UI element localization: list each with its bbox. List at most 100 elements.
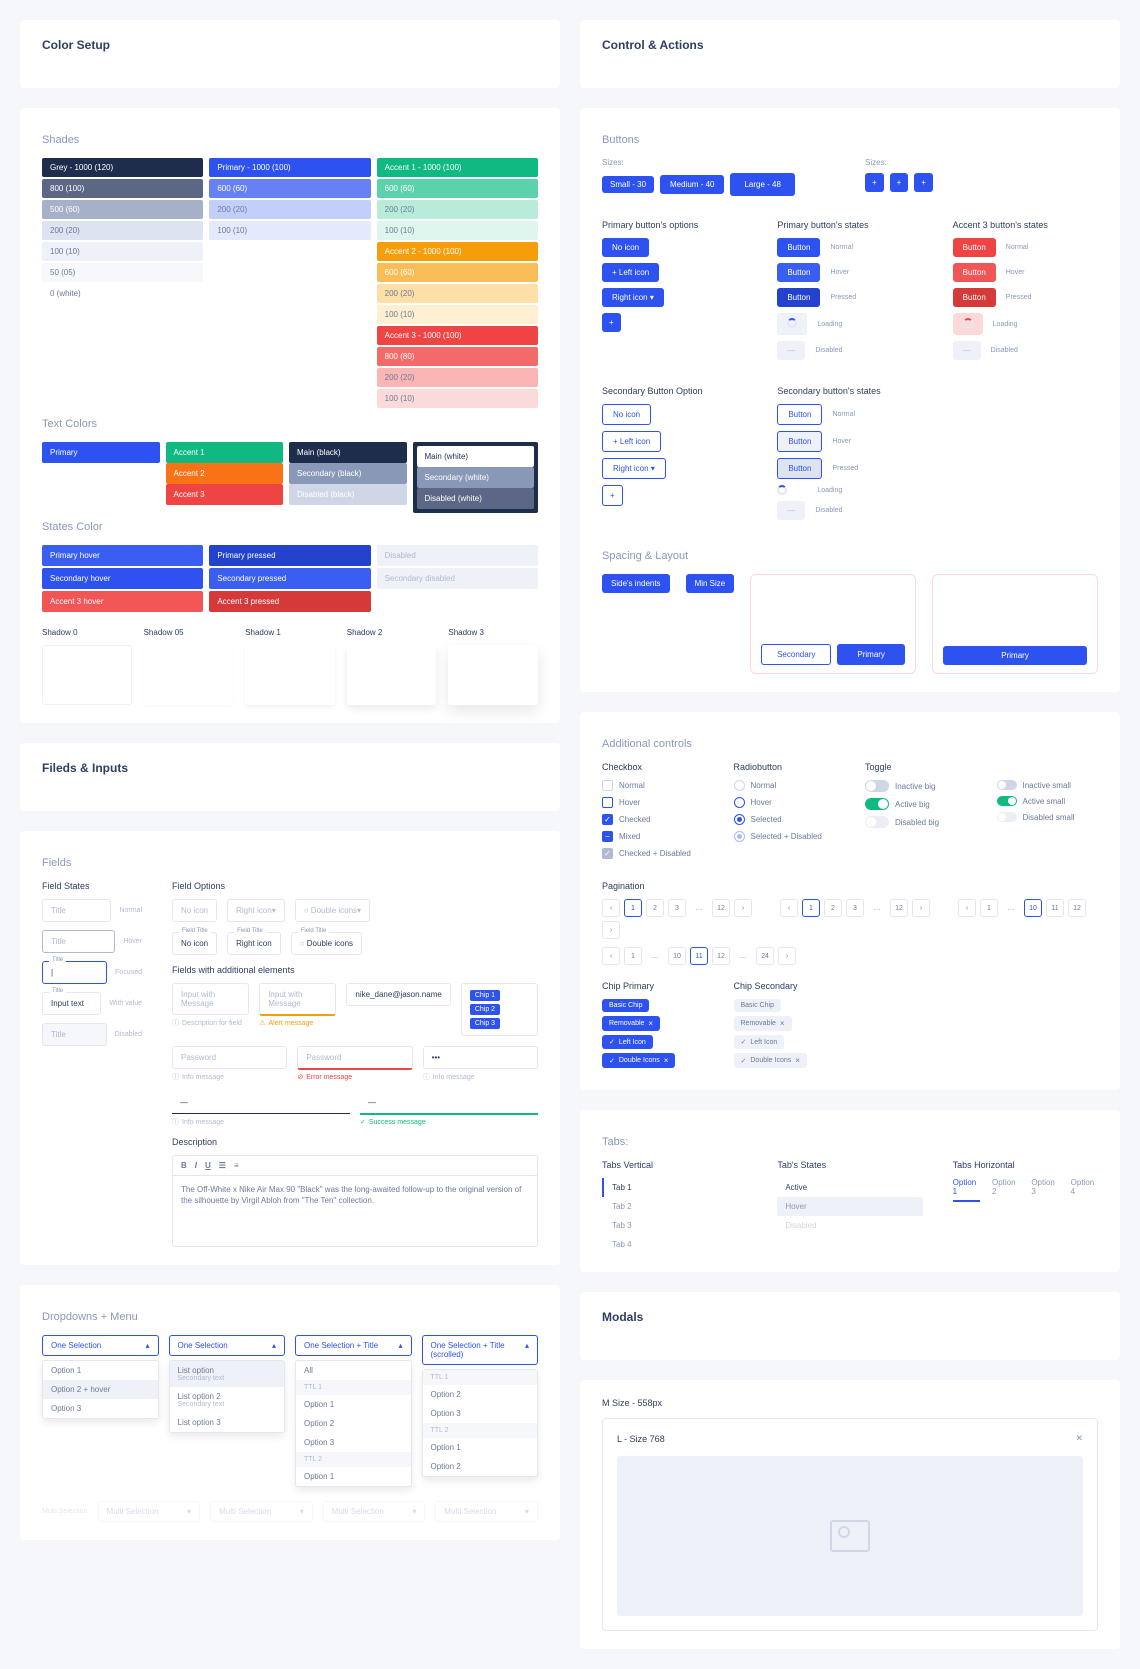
toggle-active-big[interactable]: Active big [865, 798, 967, 810]
field-chip[interactable]: Chip 3 [470, 1018, 500, 1029]
pag-prev[interactable]: ‹ [780, 899, 798, 917]
dd-item[interactable]: Option 1 [423, 1438, 538, 1457]
pag-page[interactable]: 24 [756, 947, 774, 965]
rte-list-ul-icon[interactable]: ☰ [219, 1161, 226, 1170]
cb-normal[interactable]: Normal [602, 780, 704, 791]
btn-a3-pressed[interactable]: Button [953, 288, 996, 307]
btn-icon-sm[interactable]: + [865, 173, 884, 192]
btn-icon-md[interactable]: + [890, 173, 909, 192]
chip[interactable]: ✓Double Icons× [602, 1053, 675, 1068]
btn-sec-noicon[interactable]: No icon [602, 404, 651, 425]
chip[interactable]: Removable× [734, 1016, 792, 1031]
tab-v-1[interactable]: Tab 1 [602, 1178, 747, 1197]
field-righticon[interactable]: Right icon ▾ [227, 899, 285, 922]
tab-state-active[interactable]: Active [777, 1178, 922, 1197]
pag-page[interactable]: 12 [1068, 899, 1086, 917]
tab-v-3[interactable]: Tab 3 [602, 1216, 747, 1235]
pag-page[interactable]: 11 [690, 947, 708, 965]
phone-btn-primary-full[interactable]: Primary [943, 646, 1087, 665]
dd-trigger-3[interactable]: One Selection + Title▴ [295, 1335, 412, 1356]
field-alert[interactable]: Input with Message [259, 983, 336, 1016]
dd-item[interactable]: Option 2 [296, 1414, 411, 1433]
rich-text-editor[interactable]: B I U ☰ ≡ The Off-White x Nike Air Max 9… [172, 1155, 538, 1247]
rte-bold[interactable]: B [181, 1161, 187, 1170]
btn-icon-lg[interactable]: + [914, 173, 933, 192]
tab-state-hover[interactable]: Hover [777, 1197, 922, 1216]
btn-sec-normal[interactable]: Button [777, 404, 822, 425]
chip[interactable]: Basic Chip [734, 999, 781, 1012]
dd-item[interactable]: Option 1 [296, 1395, 411, 1414]
field-value[interactable]: TitleInput text [42, 992, 101, 1015]
cb-mixed[interactable]: −Mixed [602, 831, 704, 842]
field-noicon-filled[interactable]: Field TitleNo icon [172, 932, 217, 955]
dd-item[interactable]: Option 3 [296, 1433, 411, 1452]
radio-selected[interactable]: Selected [734, 814, 836, 825]
field-password-dots[interactable]: ••• [423, 1046, 538, 1069]
dd-item[interactable]: List option 2Secondary text [170, 1387, 285, 1413]
btn-a3-normal[interactable]: Button [953, 238, 996, 257]
field-noicon[interactable]: No icon [172, 899, 217, 922]
field-underline-1[interactable]: — [172, 1092, 350, 1114]
btn-icon-only[interactable]: + [602, 313, 621, 332]
radio-normal[interactable]: Normal [734, 780, 836, 791]
dd-item[interactable]: Option 2 [423, 1457, 538, 1476]
btn-sec-icon-only[interactable]: + [602, 485, 623, 506]
field-focused[interactable]: Title| [42, 961, 107, 984]
pag-page[interactable]: 12 [712, 947, 730, 965]
field-doubleicons-filled[interactable]: Field Title○ Double icons [291, 932, 362, 955]
phone-btn-primary[interactable]: Primary [837, 644, 905, 665]
phone-btn-secondary[interactable]: Secondary [761, 644, 831, 665]
field-hover[interactable]: Title [42, 930, 115, 953]
field-underline-success[interactable]: — [360, 1092, 538, 1115]
pag-page[interactable]: 2 [646, 899, 664, 917]
chip[interactable]: ✓Left Icon [734, 1035, 785, 1049]
field-righticon-filled[interactable]: Field TitleRight icon [227, 932, 281, 955]
dd-multi-4[interactable]: Multi Selection▾ [435, 1501, 538, 1522]
field-password-error[interactable]: Password [297, 1046, 412, 1070]
dd-item-hover[interactable]: Option 2 + hover [43, 1380, 158, 1399]
field-email[interactable]: nike_dane@jason.name [346, 983, 450, 1006]
tab-h-3[interactable]: Option 3 [1031, 1178, 1058, 1202]
rte-underline[interactable]: U [205, 1161, 211, 1170]
close-icon[interactable]: × [780, 1019, 785, 1028]
close-icon[interactable]: × [648, 1019, 653, 1028]
pag-page[interactable]: 1 [802, 899, 820, 917]
dd-multi-3[interactable]: Multi Selection▾ [323, 1501, 426, 1522]
dd-trigger-4[interactable]: One Selection + Title (scrolled)▴ [422, 1335, 539, 1365]
pag-prev[interactable]: ‹ [958, 899, 976, 917]
btn-noicon[interactable]: No icon [602, 238, 649, 257]
field-password-1[interactable]: Password [172, 1046, 287, 1069]
btn-sec-righticon[interactable]: Right icon ▾ [602, 458, 666, 479]
dd-multi-1[interactable]: Multi Selection▾ [98, 1501, 201, 1522]
chip[interactable]: ✓Left Icon [602, 1035, 653, 1049]
dd-item[interactable]: Option 3 [43, 1399, 158, 1418]
pag-prev[interactable]: ‹ [602, 899, 620, 917]
pag-next[interactable]: › [602, 921, 620, 939]
rte-body[interactable]: The Off-White x Nike Air Max 90 "Black" … [173, 1176, 537, 1246]
dd-trigger-2[interactable]: One Selection▴ [169, 1335, 286, 1356]
pag-page[interactable]: 2 [824, 899, 842, 917]
chip[interactable]: Removable× [602, 1016, 660, 1031]
btn-large[interactable]: Large - 48 [730, 173, 794, 196]
btn-lefticon[interactable]: + Left icon [602, 263, 659, 282]
cb-checked[interactable]: ✓Checked [602, 814, 704, 825]
pag-page[interactable]: 10 [668, 947, 686, 965]
close-icon[interactable]: × [795, 1056, 800, 1065]
chip[interactable]: Basic Chip [602, 999, 649, 1012]
pag-page[interactable]: 12 [712, 899, 730, 917]
dd-item-all[interactable]: All [296, 1361, 411, 1380]
pag-page[interactable]: 12 [890, 899, 908, 917]
toggle-inactive-big[interactable]: Inactive big [865, 780, 967, 792]
tab-h-1[interactable]: Option 1 [953, 1178, 980, 1202]
dd-item[interactable]: List option 3 [170, 1413, 285, 1432]
btn-a3-hover[interactable]: Button [953, 263, 996, 282]
dd-item[interactable]: Option 3 [423, 1404, 538, 1423]
tab-h-2[interactable]: Option 2 [992, 1178, 1019, 1202]
btn-state-normal[interactable]: Button [777, 238, 820, 257]
pag-page[interactable]: 11 [1046, 899, 1064, 917]
btn-sec-hover[interactable]: Button [777, 431, 822, 452]
pag-page[interactable]: 1 [624, 899, 642, 917]
btn-righticon[interactable]: Right icon ▾ [602, 288, 664, 307]
btn-state-pressed[interactable]: Button [777, 288, 820, 307]
chip[interactable]: ✓Double Icons× [734, 1053, 807, 1068]
